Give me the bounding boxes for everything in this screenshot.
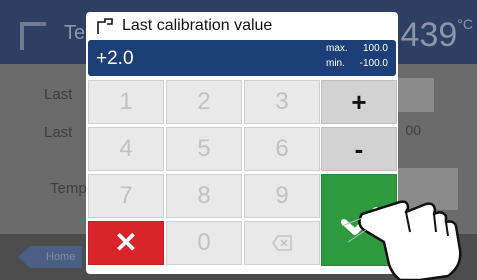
min-range: min. -100.0	[326, 58, 388, 69]
background-row-2-label: Last	[44, 124, 73, 141]
background-row-1-label: Last	[44, 86, 73, 103]
dialog-header: Last calibration value	[86, 12, 398, 40]
key-5[interactable]: 5	[166, 127, 242, 171]
key-7[interactable]: 7	[88, 174, 164, 218]
background-row-3-label: Temp	[50, 180, 87, 197]
max-value: 100.0	[362, 43, 388, 54]
max-label: max.	[326, 43, 348, 54]
calibration-icon	[97, 18, 113, 34]
current-value: +2.0	[96, 48, 134, 69]
key-4[interactable]: 4	[88, 127, 164, 171]
temperature-value: 439	[400, 16, 458, 54]
pointing-hand-icon	[341, 200, 462, 280]
background-row-2-value: 00	[405, 122, 421, 138]
backspace-button[interactable]	[244, 221, 320, 265]
temperature-unit: °C	[457, 16, 473, 32]
key-0[interactable]: 0	[166, 221, 242, 265]
key-8[interactable]: 8	[166, 174, 242, 218]
background-title: Te	[64, 22, 86, 44]
key-1[interactable]: 1	[88, 80, 164, 124]
background-temperature: 439°C	[401, 16, 473, 55]
key-3[interactable]: 3	[244, 80, 320, 124]
min-value: -100.0	[359, 58, 388, 69]
max-range: max. 100.0	[326, 43, 388, 54]
backspace-icon	[272, 235, 292, 251]
plus-button[interactable]: +	[321, 80, 397, 124]
dialog-title: Last calibration value	[122, 17, 273, 34]
minus-button[interactable]: -	[321, 127, 397, 171]
background-field-1	[398, 78, 434, 112]
value-display: +2.0 max. 100.0 min. -100.0	[88, 40, 396, 76]
home-button: Home	[18, 246, 82, 268]
key-9[interactable]: 9	[244, 174, 320, 218]
key-2[interactable]: 2	[166, 80, 242, 124]
furnace-logo-icon	[20, 22, 46, 50]
min-label: min.	[326, 58, 345, 69]
cancel-button[interactable]: ✕	[88, 221, 164, 265]
key-6[interactable]: 6	[244, 127, 320, 171]
